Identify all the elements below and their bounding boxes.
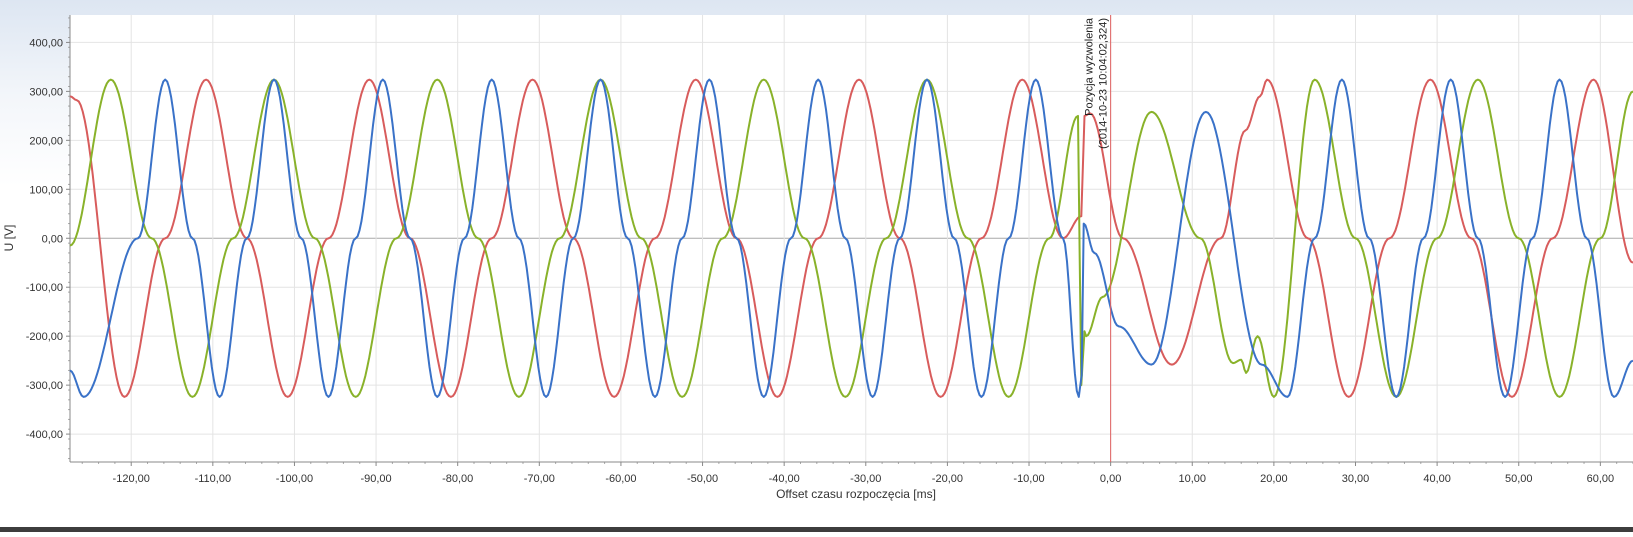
y-axis-label: U [V]	[2, 225, 16, 252]
x-tick-label: 40,00	[1423, 473, 1451, 485]
trigger-label-title: Pozycja wyzwolenia	[1084, 17, 1096, 116]
x-tick-label: -60,00	[605, 473, 636, 485]
y-tick-label: -100,00	[26, 282, 63, 294]
x-tick-label: -10,00	[1013, 473, 1044, 485]
x-tick-label: 60,00	[1587, 473, 1615, 485]
x-tick-label: 30,00	[1342, 473, 1370, 485]
y-tick-label: 100,00	[29, 184, 63, 196]
x-tick-label: -120,00	[113, 473, 150, 485]
x-tick-label: -70,00	[524, 473, 555, 485]
x-tick-label: -80,00	[442, 473, 473, 485]
x-tick-label: 0,00	[1100, 473, 1121, 485]
y-tick-label: 400,00	[29, 37, 63, 49]
chart-container: 400,00 300,00 200,00 100,00 0,00 -100,00 -200,…	[0, 0, 1633, 532]
x-axis-label: Offset czasu rozpoczęcia [ms]	[776, 487, 936, 501]
x-tick-label: 50,00	[1505, 473, 1533, 485]
x-tick-label: 10,00	[1178, 473, 1206, 485]
x-tick-label: -100,00	[276, 473, 313, 485]
trigger-label-timestamp: (2014-10-23 10:04:02,324)	[1098, 18, 1110, 149]
x-tick-label: -110,00	[195, 473, 232, 485]
bottom-scrollbar-strip	[0, 527, 1633, 532]
y-tick-label: 0,00	[42, 233, 63, 245]
y-tick-label: -300,00	[26, 380, 63, 392]
y-tick-label: 300,00	[29, 86, 63, 98]
waveform-chart: 400,00 300,00 200,00 100,00 0,00 -100,00 -200,…	[0, 0, 1633, 532]
x-tick-label: -30,00	[850, 473, 881, 485]
x-tick-label: -20,00	[932, 473, 963, 485]
x-tick-label: 20,00	[1260, 473, 1288, 485]
x-tick-label: -50,00	[687, 473, 718, 485]
x-tick-label: -90,00	[360, 473, 391, 485]
y-tick-label: -200,00	[26, 331, 63, 343]
y-tick-label: -400,00	[26, 429, 63, 441]
x-tick-label: -40,00	[769, 473, 800, 485]
y-tick-label: 200,00	[29, 135, 63, 147]
